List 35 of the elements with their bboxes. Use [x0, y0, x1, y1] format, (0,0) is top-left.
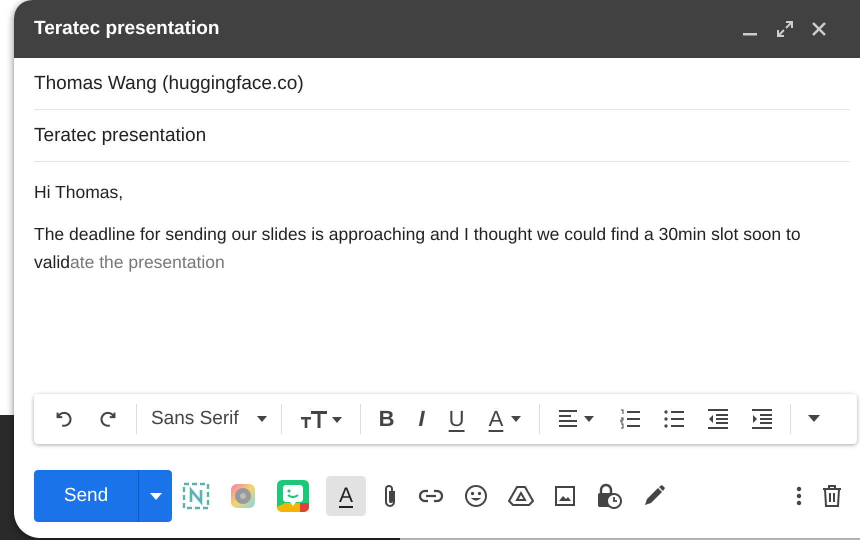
- font-dropdown[interactable]: Sans Serif: [143, 408, 275, 430]
- caret-icon: [256, 416, 267, 422]
- lock-clock-icon[interactable]: [596, 483, 622, 509]
- close-icon[interactable]: [812, 22, 826, 36]
- numbered-list-icon[interactable]: [619, 408, 642, 430]
- send-button[interactable]: Send: [34, 470, 138, 522]
- send-options-button[interactable]: [138, 470, 172, 522]
- bold-button[interactable]: B: [374, 406, 399, 432]
- formatting-options-button[interactable]: A: [326, 476, 366, 516]
- addon-icon[interactable]: [230, 483, 256, 509]
- subject-field[interactable]: Teratec presentation: [34, 110, 850, 162]
- addon-icon[interactable]: [276, 479, 310, 513]
- caret-icon: [511, 416, 522, 422]
- link-icon[interactable]: [418, 489, 444, 503]
- body-paragraph: The deadline for sending our slides is approaching and I thought we could find a 30min slot soon to validate the presentation: [34, 223, 802, 274]
- caret-icon: [150, 492, 162, 500]
- drive-icon[interactable]: [508, 485, 534, 507]
- delete-icon[interactable]: [822, 485, 842, 507]
- text-size-icon[interactable]: [298, 408, 343, 430]
- recipients-field[interactable]: Thomas Wang (huggingface.co): [34, 58, 850, 110]
- indent-icon[interactable]: [751, 408, 774, 430]
- attach-icon[interactable]: [382, 484, 398, 508]
- pen-icon[interactable]: [642, 484, 666, 508]
- window-title: Teratec presentation: [34, 18, 220, 40]
- italic-button[interactable]: I: [414, 406, 429, 432]
- photo-icon[interactable]: [554, 485, 576, 507]
- bulleted-list-icon[interactable]: [663, 408, 686, 430]
- color-button[interactable]: A: [484, 406, 526, 432]
- more-options-icon[interactable]: [796, 486, 802, 506]
- caret-icon[interactable]: [808, 415, 820, 423]
- underline-button[interactable]: U: [444, 406, 469, 432]
- body-paragraph: Hi Thomas,: [34, 181, 124, 204]
- emoji-icon[interactable]: [464, 484, 488, 508]
- outdent-icon[interactable]: [707, 408, 730, 430]
- expand-icon[interactable]: [776, 20, 794, 38]
